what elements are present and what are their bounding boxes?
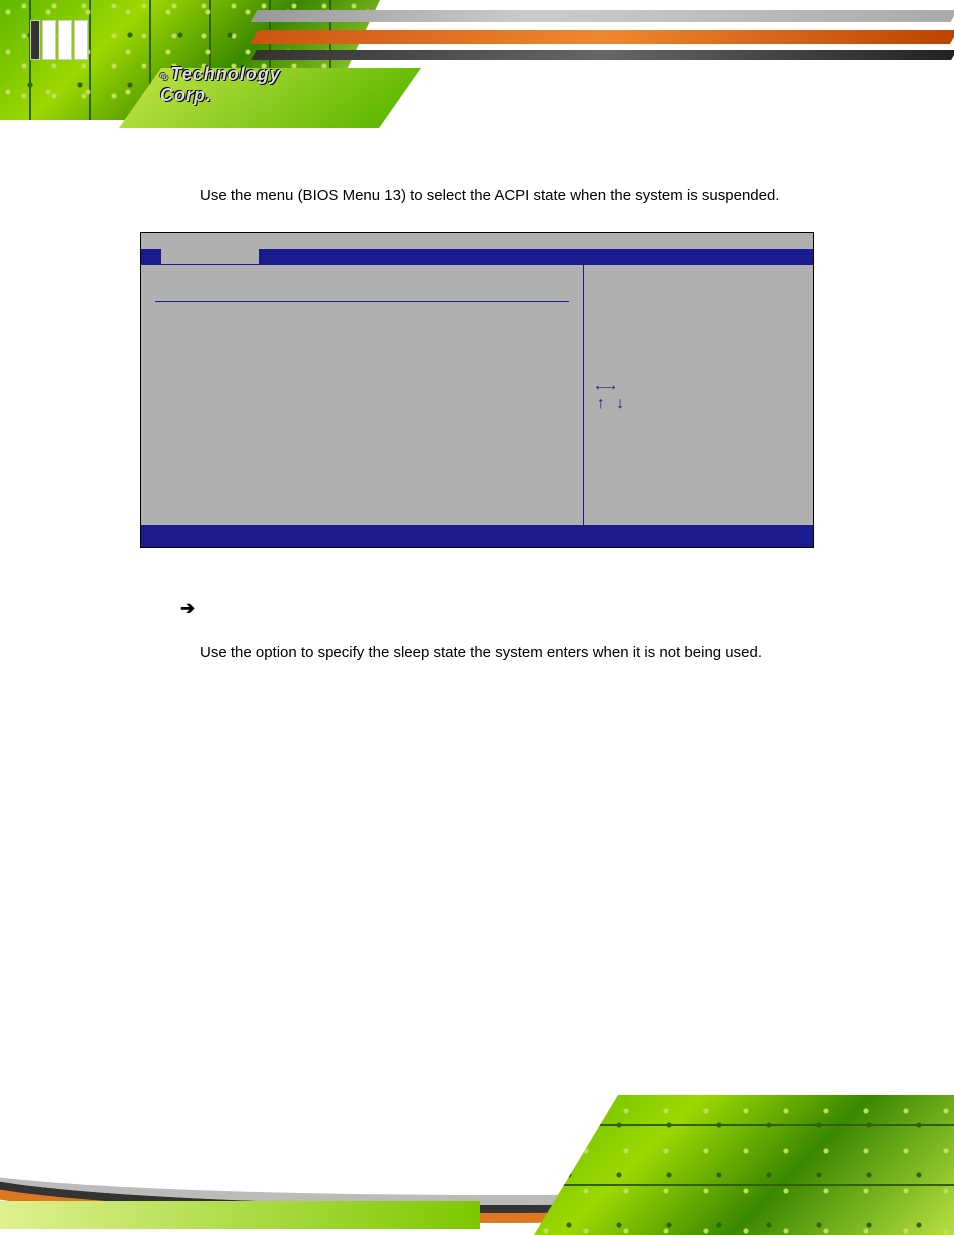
footer-green-bar (0, 1201, 480, 1229)
iei-logo-icon (30, 20, 88, 60)
option-paragraph: Use the option to specify the sleep stat… (180, 619, 844, 669)
bios-body: ←→ ↑ ↓ (141, 265, 813, 525)
arrow-up-down-icon: ↑ ↓ (596, 395, 801, 413)
bios-tab-active (161, 249, 259, 264)
arrow-left-right-icon: ←→ (596, 377, 801, 395)
bios-divider (155, 301, 569, 302)
bios-tabs (141, 249, 813, 265)
bios-footer-bar (141, 525, 813, 547)
brand-logo: Technology Corp. (30, 20, 270, 90)
page-header-banner: Technology Corp. (0, 0, 954, 140)
bios-left-panel (141, 265, 583, 525)
bios-title-bar (141, 233, 813, 249)
option-pre: Use the (200, 644, 256, 661)
option-post: option to specify the sleep state the sy… (256, 644, 762, 661)
bios-screenshot: ←→ ↑ ↓ (140, 232, 814, 548)
intro-paragraph: Use the menu (BIOS Menu 13) to select th… (0, 140, 954, 212)
intro-pre: Use the (200, 187, 256, 204)
brand-text: Technology Corp. (160, 64, 281, 106)
intro-post: menu (BIOS Menu 13) to select the ACPI s… (256, 187, 780, 204)
arrow-right-icon: ➔ (180, 598, 195, 618)
page-footer-banner (0, 1065, 954, 1235)
option-section: ➔ Use the option to specify the sleep st… (0, 548, 954, 669)
bios-help-panel: ←→ ↑ ↓ (583, 265, 813, 525)
